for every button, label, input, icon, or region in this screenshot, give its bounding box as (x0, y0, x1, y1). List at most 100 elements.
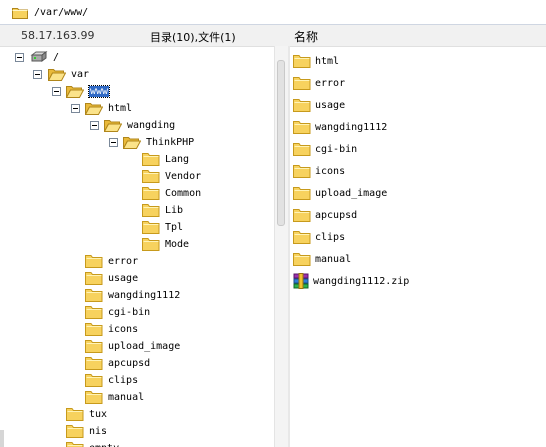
tree-label: Tpl (165, 221, 184, 233)
server-ip: 58.17.163.99 (21, 29, 95, 42)
tree-node[interactable]: manual (85, 389, 144, 405)
folder-icon (142, 221, 160, 234)
folder-icon (142, 187, 160, 200)
collapse-toggle[interactable] (109, 138, 118, 147)
tree-label: var (71, 68, 90, 80)
list-item-file[interactable]: wangding1112.zip (293, 272, 409, 290)
folder-open-icon (85, 103, 103, 115)
tree-node-var[interactable]: var (48, 66, 89, 82)
list-item[interactable]: upload_image (293, 184, 387, 202)
list-item[interactable]: apcupsd (293, 206, 357, 224)
tree-node[interactable]: Mode (142, 236, 189, 252)
tree-node[interactable]: Tpl (142, 219, 183, 235)
tree-label: wangding (127, 119, 176, 131)
tree-label: ThinkPHP (146, 136, 195, 148)
tree-node-thinkphp[interactable]: ThinkPHP (123, 134, 194, 150)
folder-open-icon (48, 69, 66, 81)
name-column-header[interactable]: 名称 (294, 28, 318, 45)
folder-icon (85, 255, 103, 268)
collapse-toggle[interactable] (52, 87, 61, 96)
tree-node[interactable]: cgi-bin (85, 304, 150, 320)
list-item-label: icons (315, 165, 346, 177)
current-path: /var/www/ (34, 6, 89, 18)
window-edge (0, 430, 4, 447)
folder-icon (293, 77, 311, 90)
tree-node[interactable]: apcupsd (85, 355, 150, 371)
folder-open-icon (104, 120, 122, 132)
folder-icon (12, 7, 28, 19)
tree-node[interactable]: upload_image (85, 338, 180, 354)
tree-node[interactable]: Common (142, 185, 201, 201)
list-item[interactable]: manual (293, 250, 351, 268)
directory-tree[interactable]: / var www html wangding ThinkPHP Lang Ve… (0, 46, 274, 447)
folder-icon (293, 209, 311, 222)
dir-file-count: 目录(10),文件(1) (150, 31, 236, 44)
tree-node-html[interactable]: html (85, 100, 132, 116)
tree-label: apcupsd (108, 357, 151, 369)
list-item-label: wangding1112 (315, 121, 388, 133)
tree-label: usage (108, 272, 139, 284)
list-item[interactable]: html (293, 52, 339, 70)
tree-node[interactable]: Lib (142, 202, 183, 218)
tree-node-wangding[interactable]: wangding (104, 117, 175, 133)
tree-label: html (108, 102, 133, 114)
tree-label: / (53, 51, 60, 63)
tree-node[interactable]: tux (66, 406, 107, 422)
list-item[interactable]: usage (293, 96, 345, 114)
folder-icon (293, 165, 311, 178)
path-bar: /var/www/ (0, 0, 546, 25)
tree-node[interactable]: error (85, 253, 138, 269)
folder-icon (85, 289, 103, 302)
list-item[interactable]: error (293, 74, 345, 92)
tree-label: manual (108, 391, 145, 403)
tree-label: upload_image (108, 340, 181, 352)
tree-scrollbar[interactable] (274, 46, 288, 447)
list-item-label: manual (315, 253, 352, 265)
tree-node[interactable]: usage (85, 270, 138, 286)
file-list[interactable]: html error usage wangding1112 cgi-bin ic… (290, 46, 546, 447)
tree-node[interactable]: wangding1112 (85, 287, 180, 303)
collapse-toggle[interactable] (15, 53, 24, 62)
tree-label: wangding1112 (108, 289, 181, 301)
tree-label: Common (165, 187, 202, 199)
zip-archive-icon (293, 273, 309, 289)
folder-icon (85, 391, 103, 404)
list-item[interactable]: wangding1112 (293, 118, 387, 136)
tree-node[interactable]: Vendor (142, 168, 201, 184)
list-item-label: apcupsd (315, 209, 358, 221)
drive-icon (30, 51, 48, 62)
folder-icon (142, 238, 160, 251)
folder-icon (66, 408, 84, 421)
collapse-toggle[interactable] (71, 104, 80, 113)
header-strip: 58.17.163.99 目录(10),文件(1) 名称 (0, 25, 546, 47)
list-item[interactable]: cgi-bin (293, 140, 357, 158)
folder-icon (293, 143, 311, 156)
folder-icon (85, 306, 103, 319)
folder-icon (85, 374, 103, 387)
tree-label: Lang (165, 153, 190, 165)
collapse-toggle[interactable] (33, 70, 42, 79)
folder-icon (142, 204, 160, 217)
folder-icon (293, 99, 311, 112)
tree-label: Mode (165, 238, 190, 250)
tree-node[interactable]: clips (85, 372, 138, 388)
list-item-label: cgi-bin (315, 143, 358, 155)
tree-node[interactable]: nis (66, 423, 107, 439)
list-item-label: usage (315, 99, 346, 111)
tree-label: tux (89, 408, 108, 420)
folder-icon (142, 153, 160, 166)
tree-node-www[interactable]: www (66, 83, 111, 99)
list-item[interactable]: icons (293, 162, 345, 180)
collapse-toggle[interactable] (90, 121, 99, 130)
tree-node[interactable]: empty (66, 440, 119, 447)
tree-label-selected: www (87, 84, 111, 98)
folder-icon (66, 442, 84, 447)
tree-node[interactable]: icons (85, 321, 138, 337)
scrollbar-thumb[interactable] (277, 60, 285, 226)
list-item-label: html (315, 55, 340, 67)
tree-node[interactable]: Lang (142, 151, 189, 167)
list-item-label: error (315, 77, 346, 89)
list-item-label: clips (315, 231, 346, 243)
list-item[interactable]: clips (293, 228, 345, 246)
tree-node-root[interactable]: / (30, 49, 59, 65)
